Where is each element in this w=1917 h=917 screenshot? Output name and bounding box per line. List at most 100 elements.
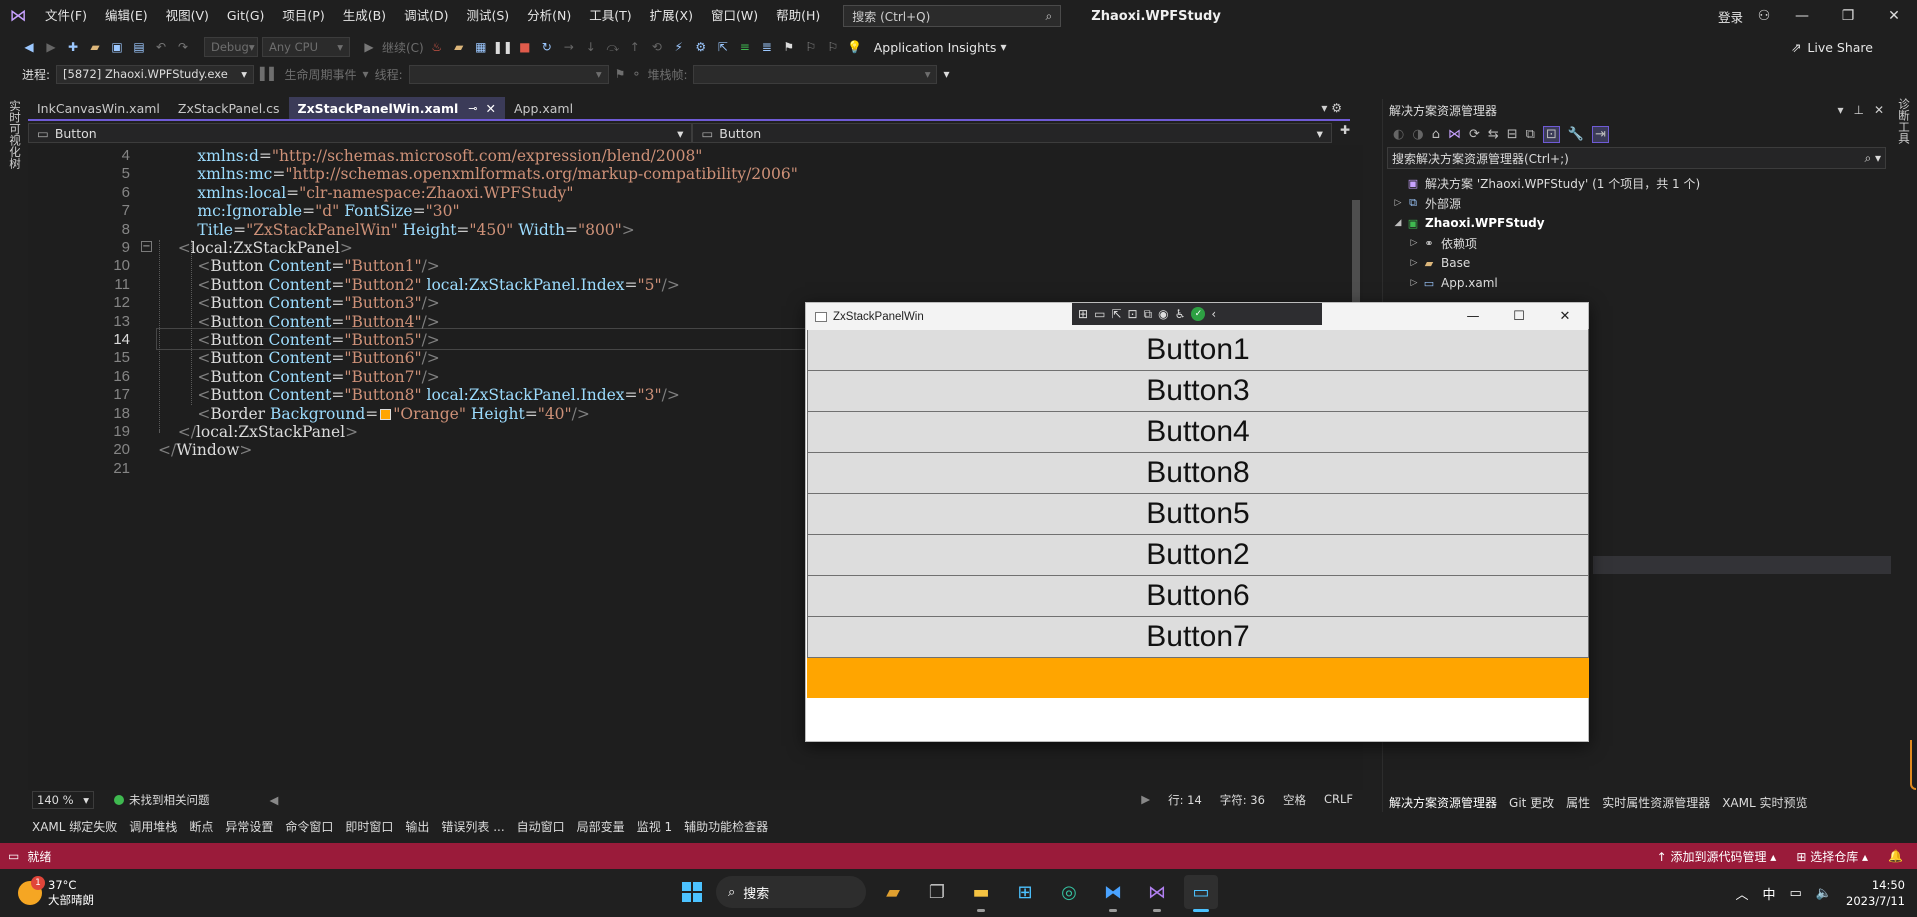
tool-tab[interactable]: 断点 bbox=[189, 818, 213, 835]
tablet-icon[interactable]: ▭ bbox=[1790, 886, 1802, 901]
split-editor-icon[interactable]: ✚ bbox=[1340, 123, 1350, 144]
menu-item[interactable]: 文件(F) bbox=[36, 0, 96, 32]
pin-icon[interactable]: ⊸ bbox=[468, 102, 477, 115]
menu-item[interactable]: 帮助(H) bbox=[767, 0, 829, 32]
restore-button[interactable]: ❐ bbox=[1825, 0, 1871, 32]
tool-tab[interactable]: 命令窗口 bbox=[285, 818, 333, 835]
wpf-minimize-button[interactable]: — bbox=[1450, 303, 1496, 330]
show-hidden-icons-icon[interactable]: ︿ bbox=[1736, 884, 1749, 903]
tree-item[interactable]: ▷ ▰ Base bbox=[1383, 253, 1890, 273]
ime-indicator[interactable]: 中 bbox=[1763, 884, 1776, 903]
forward-icon[interactable]: ◑ bbox=[1412, 127, 1423, 142]
tool-tab[interactable]: 监视 1 bbox=[637, 818, 672, 835]
volume-icon[interactable]: 🔈 bbox=[1816, 886, 1832, 901]
step-into-icon[interactable]: ↓ bbox=[582, 38, 600, 56]
tab-list-dropdown-icon[interactable]: ▾ ⚙ bbox=[1321, 97, 1350, 119]
vscode-icon[interactable]: ⧓ bbox=[1096, 875, 1130, 912]
track-focus-icon[interactable]: ⧉ bbox=[1144, 307, 1153, 322]
panel-tab[interactable]: 实时属性资源管理器 bbox=[1602, 794, 1710, 811]
debugbar-overflow-icon[interactable]: ▾ bbox=[943, 67, 949, 81]
lifecycle-events-button[interactable]: 生命周期事件 bbox=[285, 66, 357, 83]
tool-tab[interactable]: 局部变量 bbox=[577, 818, 625, 835]
menu-item[interactable]: 编辑(E) bbox=[96, 0, 157, 32]
wpf-title-bar[interactable]: ZxStackPanelWin ⊞ ▭ ⇱ ⊡ ⧉ ◉ ♿ ✓ ‹ — ☐ ✕ bbox=[806, 303, 1588, 330]
hot-reload-flame-icon[interactable]: ♨ bbox=[428, 38, 446, 56]
save-icon[interactable]: ▣ bbox=[108, 38, 126, 56]
browse-icon[interactable]: ▰ bbox=[450, 38, 468, 56]
application-insights-icon[interactable]: 💡 bbox=[846, 38, 864, 56]
output-icon[interactable]: ▭ bbox=[8, 849, 19, 863]
menu-item[interactable]: 分析(N) bbox=[518, 0, 580, 32]
tab-zxstackpanelwin-xaml[interactable]: ZxStackPanelWin.xaml ⊸ ✕ bbox=[288, 97, 505, 119]
thread-select[interactable]: ▾ bbox=[408, 64, 609, 84]
new-item-icon[interactable]: ✚ bbox=[64, 38, 82, 56]
binding-failures-icon[interactable]: ◉ bbox=[1158, 307, 1168, 321]
select-element-icon[interactable]: ⊞ bbox=[1078, 307, 1088, 321]
back-icon[interactable]: ◀ bbox=[20, 38, 38, 56]
clock[interactable]: 14:50 2023/7/11 bbox=[1846, 877, 1905, 909]
configuration-select[interactable]: Debug ▾ bbox=[204, 37, 258, 57]
whitespace-indicator[interactable]: 空格 bbox=[1283, 792, 1306, 808]
lifecycle-icon[interactable]: ▌▌ bbox=[260, 67, 278, 81]
menu-item[interactable]: 调试(D) bbox=[395, 0, 457, 32]
window-position-dropdown-icon[interactable]: ▾ bbox=[1837, 103, 1843, 117]
properties-wrench-icon[interactable]: 🔧 bbox=[1568, 127, 1584, 142]
panel-tab[interactable]: 解决方案资源管理器 bbox=[1389, 794, 1497, 811]
step-over-icon[interactable]: ⤼ bbox=[604, 38, 622, 56]
restart-icon[interactable]: ↻ bbox=[538, 38, 556, 56]
accessibility-icon[interactable]: ♿ bbox=[1175, 307, 1186, 321]
menu-item[interactable]: 生成(B) bbox=[334, 0, 395, 32]
wpf-button-button1[interactable]: Button1 bbox=[807, 329, 1589, 371]
tool-tab[interactable]: 辅助功能检查器 bbox=[684, 818, 768, 835]
layout-adorners-icon[interactable]: ⊡ bbox=[1127, 307, 1137, 321]
line-ending-indicator[interactable]: CRLF bbox=[1324, 792, 1353, 808]
tool-tab[interactable]: 输出 bbox=[405, 818, 429, 835]
home-icon[interactable]: ⌂ bbox=[1432, 127, 1440, 142]
tree-item[interactable]: ▣ 解决方案 'Zhaoxi.WPFStudy' (1 个项目，共 1 个) bbox=[1383, 173, 1890, 193]
bookmark-icon[interactable]: ⚑ bbox=[780, 38, 798, 56]
wpf-button-button8[interactable]: Button8 bbox=[807, 452, 1589, 494]
diagnostics-icon[interactable]: ⚡ bbox=[670, 38, 688, 56]
notifications-icon[interactable]: 🔔 bbox=[1888, 849, 1903, 863]
filter-icon[interactable]: ⇥ bbox=[1592, 125, 1609, 143]
continue-icon[interactable]: ▶ bbox=[360, 38, 378, 56]
minimize-button[interactable]: — bbox=[1779, 0, 1825, 32]
close-panel-icon[interactable]: ✕ bbox=[1874, 103, 1884, 117]
task-view-icon[interactable]: ❐ bbox=[920, 875, 954, 909]
menu-item[interactable]: Git(G) bbox=[218, 0, 274, 32]
add-to-source-control-button[interactable]: ↑ 添加到源代码管理 ▴ bbox=[1657, 848, 1777, 865]
microsoft-store-icon[interactable]: ⊞ bbox=[1008, 875, 1042, 909]
show-all-files-icon[interactable]: ⧉ bbox=[1526, 127, 1535, 142]
select-in-tree-icon[interactable]: ⇱ bbox=[1111, 307, 1121, 321]
menu-item[interactable]: 项目(P) bbox=[273, 0, 333, 32]
continue-button[interactable]: 继续(C) bbox=[382, 39, 424, 56]
taskbar-search[interactable]: ⌕ 搜索 bbox=[716, 876, 866, 908]
expand-arrow-icon[interactable]: ▷ bbox=[1407, 258, 1421, 268]
tab-app-xaml[interactable]: App.xaml bbox=[505, 97, 582, 119]
account-icon[interactable]: ⚇ bbox=[1749, 0, 1779, 32]
expand-arrow-icon[interactable]: ◢ bbox=[1391, 218, 1405, 228]
uncomment-icon[interactable]: ≣ bbox=[758, 38, 776, 56]
wpf-button-button5[interactable]: Button5 bbox=[807, 493, 1589, 535]
tree-item[interactable]: ▷ ⧉ 外部源 bbox=[1383, 193, 1890, 213]
diagnostic-tools-tab[interactable]: 诊断工具 bbox=[1896, 98, 1912, 144]
lifecycle-dropdown-icon[interactable]: ▾ bbox=[363, 67, 369, 81]
hot-reload-check-icon[interactable]: ✓ bbox=[1191, 307, 1206, 321]
open-folder-icon[interactable]: ▰ bbox=[86, 38, 104, 56]
preview-selected-icon[interactable]: ⊡ bbox=[1542, 125, 1560, 143]
pause-icon[interactable]: ❚❚ bbox=[493, 38, 513, 56]
show-next-statement-icon[interactable]: → bbox=[560, 38, 578, 56]
issues-indicator[interactable]: 未找到相关问题 bbox=[114, 792, 210, 808]
scroll-left-icon[interactable]: ◀ bbox=[270, 793, 279, 807]
tab-zxstackpanel-cs[interactable]: ZxStackPanel.cs bbox=[169, 97, 289, 119]
panel-tab[interactable]: XAML 实时预览 bbox=[1722, 794, 1807, 811]
tree-item[interactable]: ◢ ▣ Zhaoxi.WPFStudy bbox=[1383, 213, 1890, 233]
menu-item[interactable]: 窗口(W) bbox=[702, 0, 767, 32]
panel-tab[interactable]: Git 更改 bbox=[1509, 794, 1554, 811]
visual-studio-icon[interactable]: ⋈ bbox=[1140, 875, 1174, 912]
char-indicator[interactable]: 字符: 36 bbox=[1220, 792, 1265, 808]
bookmark-prev-icon[interactable]: ⚐ bbox=[802, 38, 820, 56]
tree-item[interactable]: ▷ ▭ App.xaml bbox=[1383, 273, 1890, 293]
forward-icon[interactable]: ▶ bbox=[42, 38, 60, 56]
undo-icon[interactable]: ↶ bbox=[152, 38, 170, 56]
